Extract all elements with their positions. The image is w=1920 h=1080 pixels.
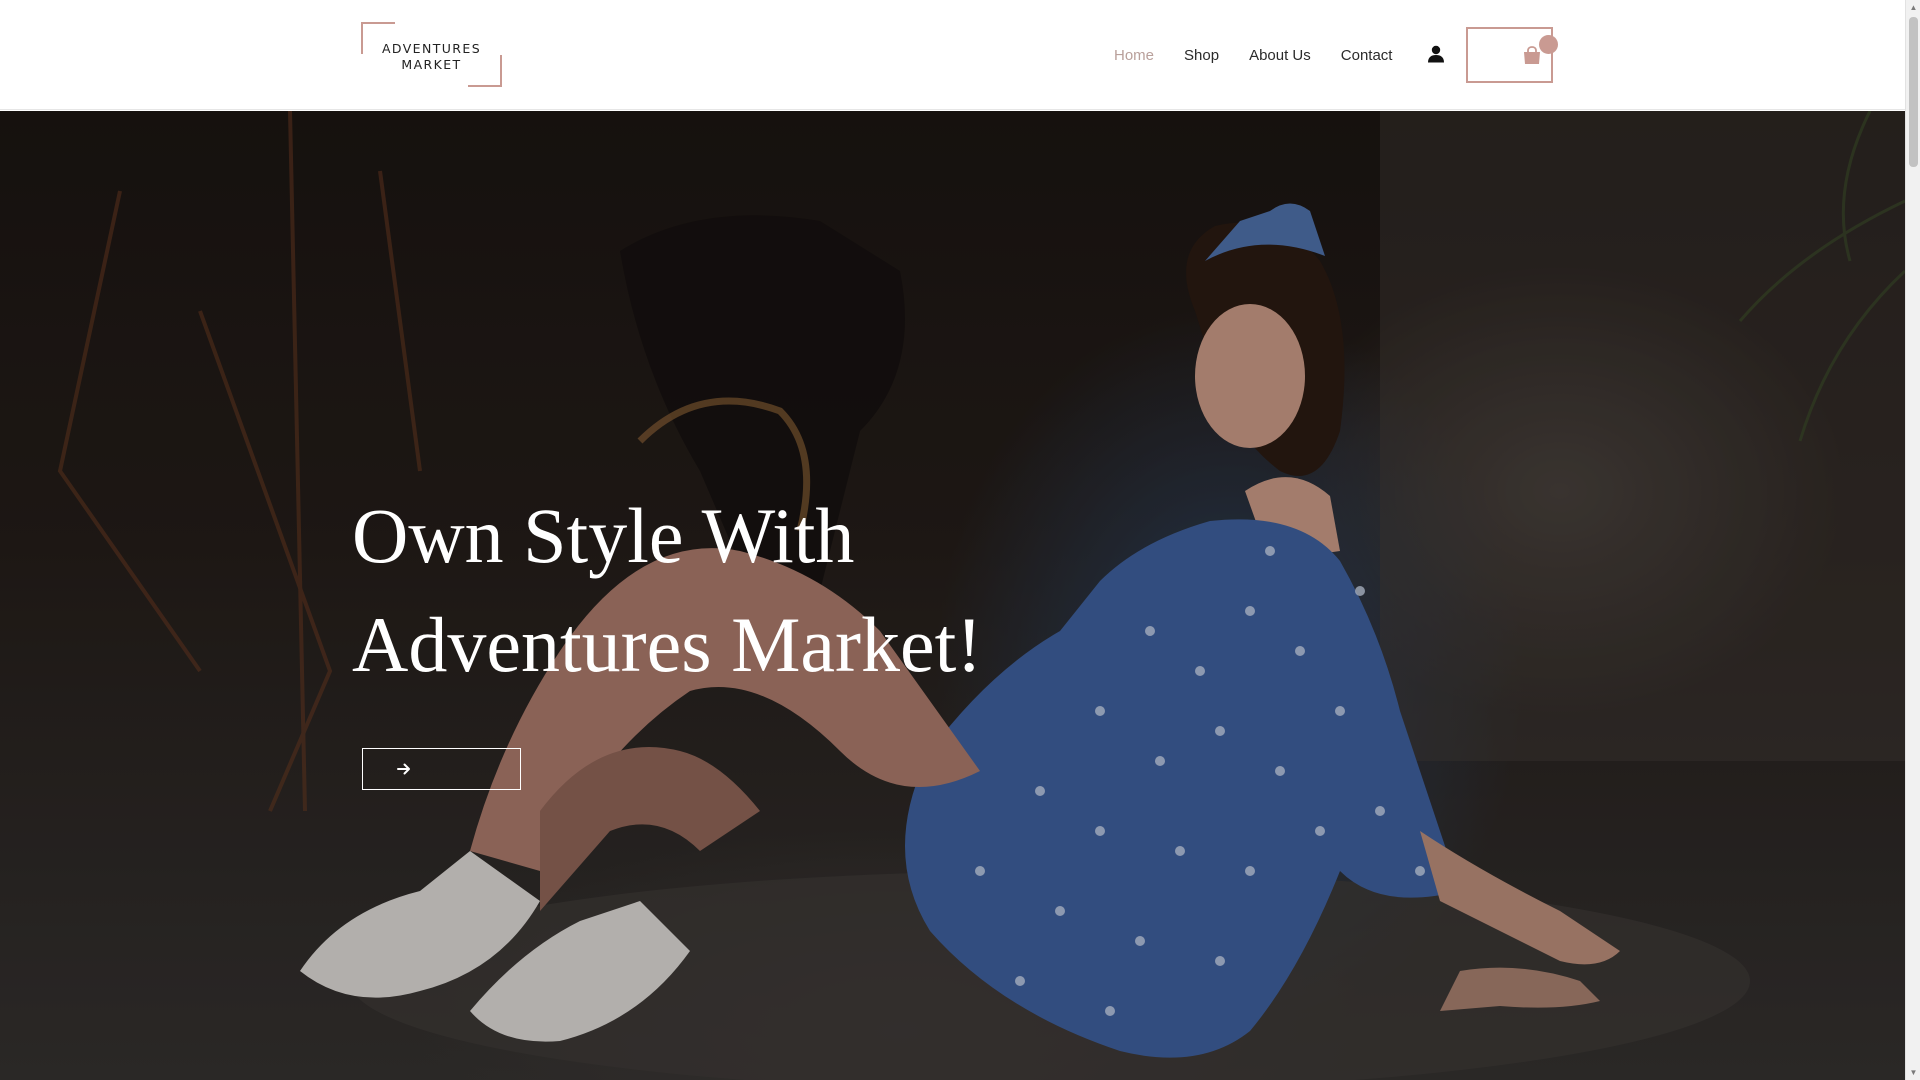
hero-title: Own Style With Adventures Market!: [352, 481, 982, 699]
scrollbar-thumb[interactable]: [1909, 17, 1918, 167]
shopping-bag-icon: [1522, 46, 1542, 65]
scroll-up-arrow[interactable]: ▲: [1906, 0, 1920, 15]
user-icon[interactable]: [1427, 45, 1445, 63]
nav-item-contact[interactable]: Contact: [1341, 47, 1393, 64]
logo-text-line2: MARKET: [401, 57, 462, 72]
hero-banner: Own Style With Adventures Market!: [0, 111, 1905, 1080]
page: ADVENTURES MARKET Home Shop About Us Con…: [0, 0, 1920, 1080]
site-logo[interactable]: ADVENTURES MARKET: [361, 22, 502, 87]
nav-item-about-us[interactable]: About Us: [1249, 47, 1311, 64]
vertical-scrollbar[interactable]: ▲ ▼: [1905, 0, 1920, 1080]
nav-item-shop[interactable]: Shop: [1184, 47, 1219, 64]
hero-title-line1: Own Style With: [352, 492, 855, 579]
nav-item-home[interactable]: Home: [1114, 47, 1154, 64]
main-nav: Home Shop About Us Contact: [1114, 44, 1422, 66]
hero-shop-button[interactable]: [362, 748, 521, 790]
site-header: ADVENTURES MARKET Home Shop About Us Con…: [0, 0, 1905, 110]
cart-button[interactable]: [1466, 27, 1553, 83]
logo-text-line1: ADVENTURES: [381, 41, 482, 56]
cart-count-badge: [1539, 35, 1558, 54]
arrow-right-icon: [397, 763, 410, 775]
scroll-down-arrow[interactable]: ▼: [1906, 1065, 1920, 1080]
hero-title-line2: Adventures Market!: [352, 601, 983, 688]
